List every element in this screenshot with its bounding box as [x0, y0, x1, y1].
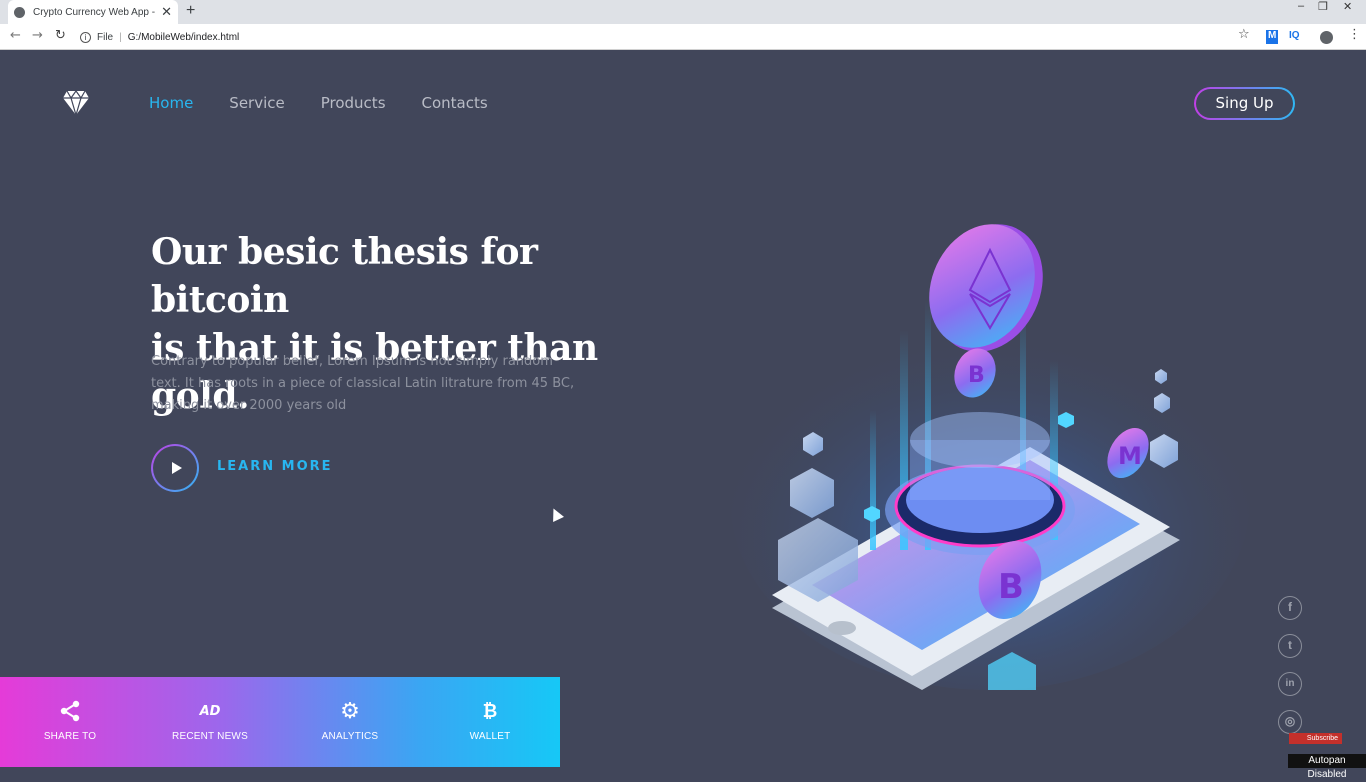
headline-line-1: Our besic thesis for bitcoin: [151, 231, 538, 321]
gear-icon: ⚙: [340, 698, 360, 724]
svg-text:B: B: [998, 567, 1024, 607]
tab-close-icon[interactable]: ✕: [161, 5, 172, 20]
share-icon: [60, 700, 80, 722]
wallet-button[interactable]: ₿ WALLET: [420, 677, 560, 767]
description-line-2: text. It has roots in a piece of classic…: [151, 376, 575, 391]
nav-contacts[interactable]: Contacts: [422, 94, 488, 112]
extension-iq-icon[interactable]: IQ: [1289, 30, 1300, 44]
nav-service[interactable]: Service: [229, 94, 284, 112]
address-bar[interactable]: i File | G:/MobileWeb/index.html: [80, 27, 239, 47]
scheme-label: File: [97, 31, 114, 43]
browser-menu-icon[interactable]: ⋮: [1348, 27, 1361, 42]
analytics-label: ANALYTICS: [321, 731, 379, 742]
description-line-1: Contrary to popular belief, Lorem Ipsum …: [151, 354, 553, 369]
tab-title: Crypto Currency Web App - Easy: [33, 6, 157, 18]
svg-text:B: B: [968, 363, 985, 388]
play-icon: [153, 446, 197, 490]
new-tab-button[interactable]: +: [186, 2, 195, 20]
omnibox-separator: |: [119, 31, 122, 43]
browser-toolbar: ← → ↻ i File | G:/MobileWeb/index.html ☆…: [0, 24, 1366, 50]
url-text[interactable]: G:/MobileWeb/index.html: [128, 32, 240, 43]
ad-icon: AD: [199, 703, 221, 719]
signup-label: Sing Up: [1196, 89, 1293, 118]
main-nav: Home Service Products Contacts: [149, 94, 488, 112]
analytics-button[interactable]: ⚙ ANALYTICS: [280, 677, 420, 767]
play-button[interactable]: [151, 444, 199, 492]
recent-news-label: RECENT NEWS: [172, 731, 248, 742]
linkedin-icon[interactable]: in: [1278, 672, 1302, 696]
bookmark-star-icon[interactable]: ☆: [1238, 27, 1250, 42]
recent-news-button[interactable]: AD RECENT NEWS: [140, 677, 280, 767]
hero-description: Contrary to popular belief, Lorem Ipsum …: [151, 351, 611, 417]
svg-text:M: M: [1118, 442, 1142, 470]
reload-button[interactable]: ↻: [55, 28, 66, 43]
wallet-label: WALLET: [469, 731, 511, 742]
twitter-icon[interactable]: t: [1278, 634, 1302, 658]
back-button[interactable]: ←: [10, 28, 21, 43]
window-close-button[interactable]: ✕: [1343, 0, 1352, 14]
info-icon[interactable]: i: [80, 31, 91, 43]
description-line-3: making it over 2000 years old: [151, 398, 347, 413]
browser-tab[interactable]: Crypto Currency Web App - Easy ✕: [8, 0, 178, 24]
nav-products[interactable]: Products: [321, 94, 386, 112]
learn-more-link[interactable]: LEARN MORE: [217, 459, 333, 474]
share-to-button[interactable]: SHARE TO: [0, 677, 140, 767]
instagram-icon[interactable]: ◎: [1278, 710, 1302, 734]
globe-icon: [14, 6, 25, 18]
bottom-action-bar: SHARE TO AD RECENT NEWS ⚙ ANALYTICS ₿ WA…: [0, 677, 560, 767]
nav-home[interactable]: Home: [149, 94, 193, 112]
diamond-logo-icon[interactable]: [62, 90, 90, 116]
forward-button[interactable]: →: [32, 28, 43, 43]
crypto-phone-illustration: B M B: [730, 224, 1250, 690]
profile-avatar[interactable]: [1320, 31, 1333, 44]
signup-button[interactable]: Sing Up: [1194, 87, 1295, 120]
page-content: Home Service Products Contacts Sing Up O…: [0, 50, 1366, 780]
facebook-icon[interactable]: f: [1278, 596, 1302, 620]
minimize-button[interactable]: –: [1298, 0, 1304, 14]
mouse-cursor-icon: [548, 506, 564, 522]
autopan-status: Autopan Disabled: [1288, 754, 1366, 780]
restore-button[interactable]: ❐: [1318, 0, 1328, 14]
bitcoin-icon: ₿: [482, 700, 498, 722]
share-to-label: SHARE TO: [43, 731, 97, 742]
extension-m-icon[interactable]: M: [1266, 30, 1279, 44]
youtube-subscribe-badge[interactable]: Subscribe: [1289, 733, 1342, 744]
browser-tab-strip: Crypto Currency Web App - Easy ✕ + – ❐ ✕: [0, 0, 1366, 24]
